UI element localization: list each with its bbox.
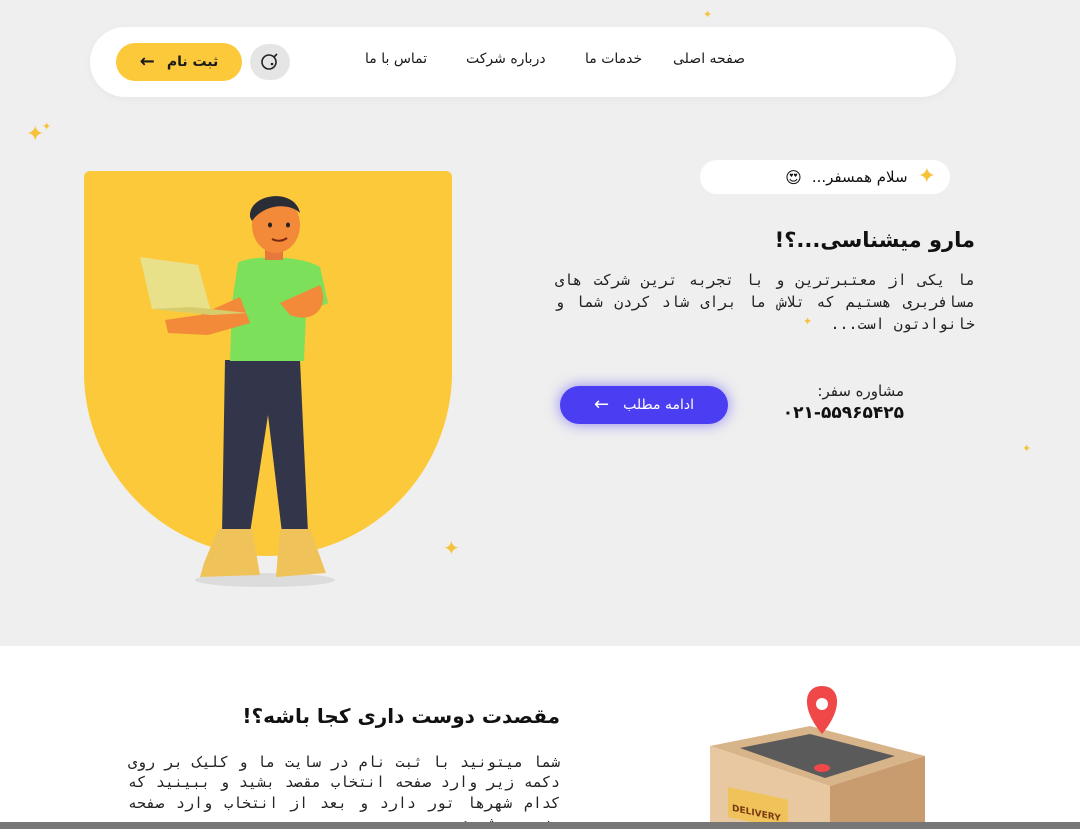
arrow-left-icon: ← bbox=[594, 394, 610, 415]
destination-description: شما میتونید با ثبت نام در سایت ما و کلیک… bbox=[128, 753, 560, 829]
sparkle-icon: ✦ bbox=[703, 8, 713, 21]
search-button[interactable] bbox=[250, 44, 290, 80]
nav-link-services[interactable]: خدمات ما bbox=[585, 51, 642, 67]
nav-link-contact[interactable]: تماس با ما bbox=[365, 51, 427, 67]
delivery-box-illustration: DELIVERY bbox=[710, 686, 925, 829]
sparkle-icon: ✦ bbox=[42, 120, 52, 133]
signup-label: ثبت نام bbox=[166, 54, 219, 70]
greeting-pill: 😍 سلام همسفر... ✦ bbox=[700, 160, 950, 194]
destination-title: مقصدت دوست داری کجا باشه؟! bbox=[242, 704, 560, 728]
greeting-text: سلام همسفر... bbox=[811, 168, 908, 186]
read-more-label: ادامه مطلب bbox=[623, 397, 694, 413]
arrow-left-icon: ← bbox=[139, 51, 155, 72]
sparkle-icon: ✦ bbox=[917, 164, 936, 189]
navbar: ثبت نام ← تماس با ما درباره شرکت خدمات م… bbox=[90, 27, 956, 97]
hero-description: ما یکی از معتبرترین و با تجربه ترین شرکت… bbox=[555, 271, 975, 333]
signup-button[interactable]: ثبت نام ← bbox=[116, 43, 242, 81]
search-icon bbox=[261, 53, 278, 70]
sparkle-icon: ✦ bbox=[1022, 442, 1032, 455]
person-with-laptop-illustration bbox=[140, 196, 335, 587]
love-eyes-emoji-icon: 😍 bbox=[785, 167, 802, 187]
page: ثبت نام ← تماس با ما درباره شرکت خدمات م… bbox=[0, 0, 1080, 829]
sparkle-icon: ✦ bbox=[443, 536, 460, 560]
hero-title: مارو میشناسی...؟! bbox=[774, 228, 975, 252]
phone-number[interactable]: ۰۲۱-۵۵۹۶۵۴۲۵ bbox=[783, 403, 904, 423]
destination-section: مقصدت دوست داری کجا باشه؟! شما میتونید ب… bbox=[0, 646, 1080, 829]
nav-link-about[interactable]: درباره شرکت bbox=[466, 51, 546, 67]
read-more-button[interactable]: ادامه مطلب ← bbox=[560, 386, 728, 424]
consult-label: مشاوره سفر: bbox=[817, 382, 904, 400]
bottom-scrollbar[interactable] bbox=[0, 822, 1080, 829]
nav-link-home[interactable]: صفحه اصلی bbox=[673, 51, 745, 67]
